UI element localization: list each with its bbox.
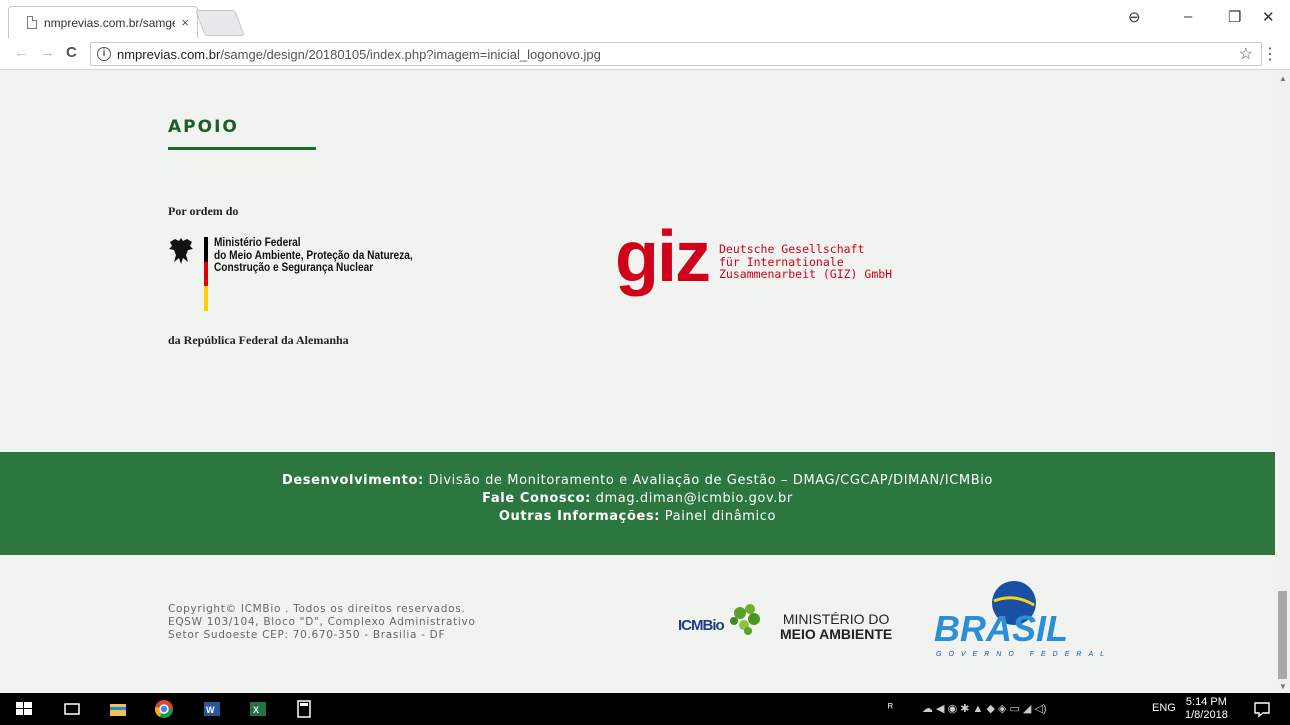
- heading-underline: [168, 147, 316, 150]
- excel-icon[interactable]: X: [248, 699, 268, 719]
- development-info-band: Desenvolvimento: Divisão de Monitorament…: [0, 452, 1275, 555]
- file-explorer-icon[interactable]: [108, 699, 128, 719]
- browser-tab-bar: nmprevias.com.br/samge × ⊖ – ❐ ✕: [0, 0, 1290, 38]
- da-republica-text: da República Federal da Alemanha: [168, 333, 349, 347]
- calculator-icon[interactable]: [294, 699, 314, 719]
- chrome-icon[interactable]: [154, 699, 174, 719]
- svg-text:W: W: [206, 705, 215, 715]
- contact-line: Fale Conosco: dmag.diman@icmbio.gov.br: [482, 491, 793, 506]
- restore-icon[interactable]: ❐: [1228, 8, 1241, 26]
- windows-start-icon[interactable]: [14, 699, 34, 719]
- tab-title: nmprevias.com.br/samge: [44, 15, 176, 30]
- more-info-line: Outras Informações: Painel dinâmico: [498, 509, 777, 524]
- giz-full-name: Deutsche Gesellschaft für Internationale…: [719, 242, 893, 281]
- contact-email-link[interactable]: dmag.diman@icmbio.gov.br: [591, 491, 793, 506]
- bookmark-star-icon[interactable]: ☆: [1239, 44, 1253, 64]
- page-content: APOIO Por ordem do Ministério Federal do…: [0, 71, 1275, 693]
- new-tab-button[interactable]: [195, 10, 245, 36]
- profile-icon[interactable]: ⊖: [1128, 8, 1141, 26]
- task-view-icon[interactable]: [62, 699, 82, 719]
- german-flag-bar: [204, 237, 208, 311]
- german-eagle-icon: [169, 238, 193, 264]
- ministerio-federal-text: Ministério Federal do Meio Ambiente, Pro…: [214, 237, 413, 274]
- url-path: /samge/design/20180105/index.php?imagem=…: [220, 46, 601, 62]
- governo-federal-brasil-logo[interactable]: BRASIL GOVERNO FEDERAL: [932, 579, 1122, 659]
- browser-menu-icon[interactable]: ⋮: [1262, 44, 1278, 64]
- apoio-heading: APOIO: [168, 117, 239, 137]
- info-icon[interactable]: i: [97, 47, 111, 61]
- scroll-up-icon[interactable]: ▲: [1279, 74, 1287, 83]
- brasil-wordmark: BRASIL: [934, 608, 1068, 649]
- por-ordem-text: Por ordem do: [168, 204, 239, 218]
- tray-icons[interactable]: ☁ ◀ ◉ ✱ ▲ ◆ ◈ ▭ ◢ ◁): [922, 702, 1047, 715]
- url-domain: nmprevias.com.br: [117, 46, 221, 62]
- icmbio-logo[interactable]: ICMBio: [678, 599, 768, 643]
- browser-tab[interactable]: nmprevias.com.br/samge ×: [8, 6, 198, 38]
- governo-federal-text: GOVERNO FEDERAL: [936, 651, 1111, 658]
- tab-close-icon[interactable]: ×: [181, 15, 189, 30]
- scrollbar-thumb[interactable]: [1278, 591, 1287, 679]
- giz-logo: giz: [615, 217, 711, 297]
- forward-icon[interactable]: →: [40, 44, 55, 61]
- svg-text:X: X: [253, 705, 259, 715]
- close-window-icon[interactable]: ✕: [1262, 8, 1275, 26]
- language-indicator[interactable]: ENG: [1152, 702, 1176, 714]
- minimize-icon[interactable]: –: [1184, 8, 1192, 25]
- word-icon[interactable]: W: [202, 699, 222, 719]
- people-icon[interactable]: ᴿ: [888, 702, 893, 714]
- page-scrollbar[interactable]: ▲ ▼: [1275, 71, 1290, 693]
- reload-icon[interactable]: C: [66, 44, 77, 61]
- address-toolbar: ← → C i nmprevias.com.br/samge/design/20…: [0, 38, 1290, 70]
- painel-dinamico-link[interactable]: Painel dinâmico: [660, 509, 776, 524]
- scroll-down-icon[interactable]: ▼: [1279, 682, 1287, 691]
- page-icon: [27, 16, 37, 29]
- taskbar-clock[interactable]: 5:14 PM 1/8/2018: [1185, 696, 1228, 722]
- back-icon[interactable]: ←: [14, 44, 29, 61]
- url-input[interactable]: i nmprevias.com.br/samge/design/20180105…: [90, 42, 1262, 66]
- action-center-icon[interactable]: [1252, 699, 1272, 719]
- ministerio-meio-ambiente-logo[interactable]: MINISTÉRIO DO MEIO AMBIENTE: [780, 612, 892, 642]
- copyright-text: Copyright© ICMBio . Todos os direitos re…: [168, 603, 476, 641]
- windows-taskbar: W X ᴿ ☁ ◀ ◉ ✱ ▲ ◆ ◈ ▭ ◢ ◁) ENG 5:14 PM 1…: [0, 693, 1290, 725]
- development-line: Desenvolvimento: Divisão de Monitorament…: [282, 473, 993, 488]
